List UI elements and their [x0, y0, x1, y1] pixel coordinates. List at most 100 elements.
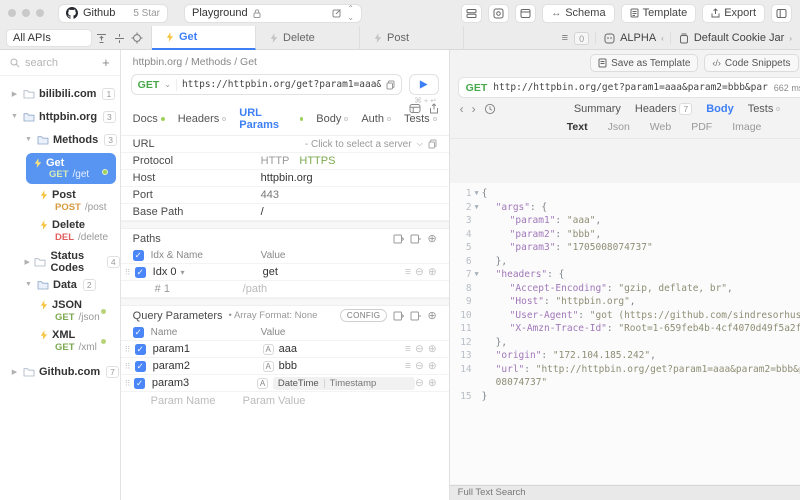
response-tab-body[interactable]: Body — [706, 103, 734, 115]
copy-icon[interactable] — [386, 80, 395, 90]
environment-switch-icon[interactable]: ⌃⌄ — [347, 4, 354, 22]
protocol-http-option[interactable]: HTTP — [261, 155, 290, 167]
tab-get[interactable]: Get — [152, 26, 256, 50]
workspace-selector[interactable]: Github 5 Star — [58, 4, 168, 23]
caret-right-icon[interactable]: ▶ — [10, 368, 19, 376]
tab-auth[interactable]: Auth — [361, 113, 391, 125]
config-button[interactable]: CONFIG — [340, 309, 388, 322]
path-row[interactable]: ⠿ ✓ Idx 0▾ get ≡ ⊖ ⊕ — [121, 264, 449, 281]
tree-request-get[interactable]: Get GET /get — [26, 153, 116, 184]
tab-tests[interactable]: Tests — [404, 113, 437, 125]
protocol-https-option[interactable]: HTTPS — [299, 155, 335, 167]
star-count[interactable]: 5 Star — [133, 8, 160, 19]
type-string-icon[interactable]: A — [263, 361, 274, 372]
share-icon[interactable] — [429, 103, 439, 114]
history-next-icon[interactable]: › — [472, 102, 476, 116]
drag-handle-icon[interactable]: ⠿ — [125, 345, 133, 354]
add-column-icon[interactable] — [410, 234, 421, 244]
drag-handle-icon[interactable]: ⠿ — [125, 268, 133, 277]
type-string-icon[interactable]: A — [263, 344, 274, 355]
param-name-input[interactable]: param3 — [152, 377, 257, 389]
row-checkbox[interactable]: ✓ — [135, 344, 146, 355]
type-string-icon[interactable]: A — [257, 378, 268, 389]
view-tab-text[interactable]: Text — [567, 121, 588, 133]
base-path-input[interactable]: / — [261, 206, 264, 218]
tab-headers[interactable]: Headers — [178, 113, 227, 125]
send-button[interactable] — [409, 74, 439, 95]
param-name-input[interactable]: param2 — [153, 360, 263, 372]
components-view-icon[interactable] — [488, 4, 509, 23]
row-checkbox[interactable]: ✓ — [134, 378, 145, 389]
chevron-down-icon[interactable]: ▾ — [181, 268, 185, 277]
remove-row-icon[interactable]: ⊖ — [415, 266, 424, 278]
caret-down-icon[interactable]: ▼ — [24, 136, 33, 143]
more-icon[interactable]: ≡ — [405, 360, 411, 372]
tree-request-post[interactable]: Post POST /post — [40, 186, 120, 216]
method-select[interactable]: GET — [138, 79, 160, 91]
request-url-input[interactable]: https://httpbin.org/get?param1=aaa&param… — [182, 79, 381, 90]
tree-folder-bilibili[interactable]: ▶ bilibili.com 1 — [0, 82, 120, 105]
path-sub-row[interactable]: # 1 /path — [121, 281, 449, 298]
tree-folder-github[interactable]: ▶ Github.com 7 — [0, 360, 120, 383]
row-checkbox[interactable]: ✓ — [135, 361, 146, 372]
param-row[interactable]: ⠿ ✓ param3 A DateTime Timestamp ⊖ ⊕ — [121, 375, 449, 392]
tree-folder-data[interactable]: ▼ Data 2 — [0, 273, 120, 296]
path-placeholder[interactable]: /path — [243, 283, 267, 295]
select-all-checkbox[interactable]: ✓ — [133, 250, 144, 261]
view-tab-image[interactable]: Image — [732, 121, 761, 133]
close-window-button[interactable] — [8, 9, 16, 17]
tree-request-delete[interactable]: Delete DEL /delete — [40, 216, 120, 246]
host-input[interactable]: httpbin.org — [261, 172, 313, 184]
tree-request-json[interactable]: JSON GET /json — [40, 296, 120, 326]
add-column-icon[interactable] — [410, 311, 421, 321]
window-controls[interactable] — [8, 9, 44, 17]
queue-count-badge[interactable]: 0 — [574, 32, 589, 45]
insert-row-icon[interactable]: ⊕ — [428, 266, 437, 278]
remove-row-icon[interactable]: ⊖ — [415, 377, 424, 389]
new-item-button[interactable]: + — [102, 55, 110, 70]
add-row-icon[interactable]: ⊕ — [427, 232, 436, 245]
caret-right-icon[interactable]: ▶ — [24, 258, 30, 266]
copy-icon[interactable] — [428, 139, 437, 149]
expand-all-icon[interactable] — [96, 33, 110, 44]
row-checkbox[interactable]: ✓ — [135, 267, 146, 278]
tab-delete[interactable]: Delete — [256, 26, 360, 50]
param-name-input[interactable]: param1 — [153, 343, 263, 355]
path-value-input[interactable]: get — [263, 266, 278, 278]
dynamic-value-input[interactable]: DateTime Timestamp — [273, 377, 415, 390]
response-tab-tests[interactable]: Tests — [748, 103, 781, 115]
locate-icon[interactable] — [131, 32, 145, 44]
param-placeholder-row[interactable]: Param Name Param Value — [121, 392, 449, 409]
port-input[interactable]: 443 — [261, 189, 279, 201]
drag-handle-icon[interactable]: ⠿ — [125, 362, 133, 371]
more-icon[interactable]: ≡ — [405, 266, 411, 278]
collapse-all-icon[interactable] — [114, 33, 128, 44]
tab-url-params[interactable]: URL Params — [239, 107, 303, 131]
tree-folder-httpbin[interactable]: ▼ httpbin.org 3 — [0, 105, 120, 128]
browser-view-icon[interactable] — [515, 4, 536, 23]
minimize-window-button[interactable] — [22, 9, 30, 17]
param-row[interactable]: ⠿ ✓ param2 A bbb ≡ ⊖ ⊕ — [121, 358, 449, 375]
response-tab-summary[interactable]: Summary — [574, 103, 621, 115]
tree-request-xml[interactable]: XML GET /xml — [40, 326, 120, 356]
bulk-edit-icon[interactable] — [393, 234, 404, 244]
console-icon[interactable] — [409, 103, 421, 114]
tab-post[interactable]: Post — [360, 26, 464, 50]
param-row[interactable]: ⠿ ✓ param1 A aaa ≡ ⊖ ⊕ — [121, 341, 449, 358]
bulk-edit-icon[interactable] — [393, 311, 404, 321]
drag-handle-icon[interactable]: ⠿ — [125, 379, 133, 388]
tree-folder-status-codes[interactable]: ▶ Status Codes 4 — [0, 250, 120, 273]
caret-down-icon[interactable]: ▼ — [10, 113, 19, 120]
schema-button[interactable]: ↔ Schema — [542, 4, 614, 23]
search-bar[interactable]: search + — [0, 50, 120, 76]
view-tab-pdf[interactable]: PDF — [691, 121, 712, 133]
select-all-checkbox[interactable]: ✓ — [133, 327, 144, 338]
tree-folder-methods[interactable]: ▼ Methods 3 — [0, 128, 120, 151]
response-tab-headers[interactable]: Headers 7 — [635, 103, 692, 115]
insert-row-icon[interactable]: ⊕ — [428, 343, 437, 355]
servers-view-icon[interactable] — [461, 4, 482, 23]
tab-body[interactable]: Body — [316, 113, 348, 125]
param-value-input[interactable]: aaa — [279, 343, 297, 355]
caret-right-icon[interactable]: ▶ — [10, 90, 19, 98]
remove-row-icon[interactable]: ⊖ — [415, 343, 424, 355]
